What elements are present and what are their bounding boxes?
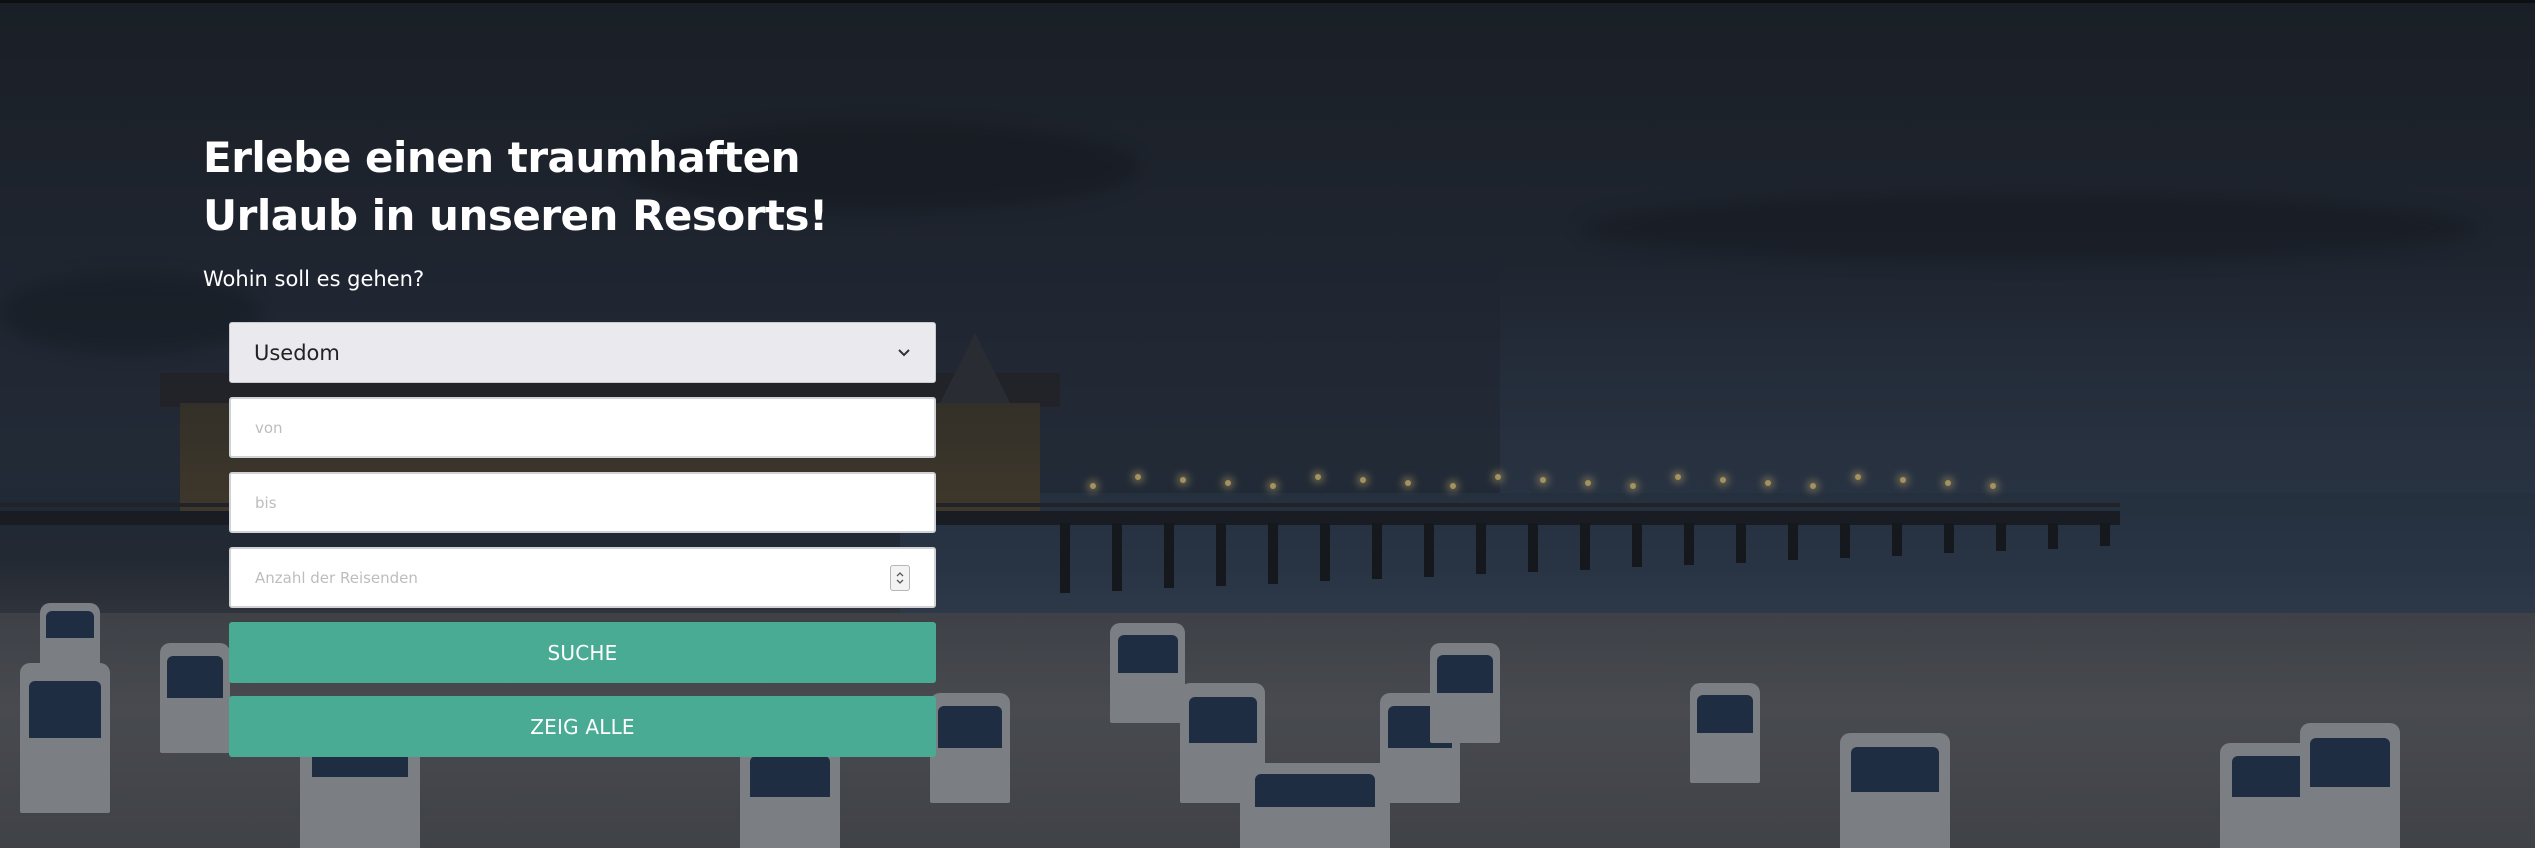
hero-content: Erlebe einen traumhaften Urlaub in unser…	[203, 129, 963, 293]
to-date-input[interactable]: bis	[229, 472, 936, 533]
from-date-placeholder: von	[255, 418, 283, 437]
chevron-down-icon	[897, 346, 911, 360]
page-title: Erlebe einen traumhaften Urlaub in unser…	[203, 133, 828, 240]
number-spinner-icon[interactable]	[890, 564, 910, 591]
hero-section: Erlebe einen traumhaften Urlaub in unser…	[0, 0, 2535, 848]
to-date-placeholder: bis	[255, 493, 277, 512]
search-form: Usedom von bis Anzahl der Reisenden SUCH…	[229, 322, 936, 770]
travelers-input[interactable]: Anzahl der Reisenden	[229, 547, 936, 608]
destination-prompt: Wohin soll es gehen?	[203, 267, 425, 291]
search-button[interactable]: SUCHE	[229, 622, 936, 683]
show-all-button[interactable]: ZEIG ALLE	[229, 696, 936, 757]
from-date-input[interactable]: von	[229, 397, 936, 458]
travelers-placeholder: Anzahl der Reisenden	[255, 568, 418, 587]
destination-select-value: Usedom	[254, 340, 340, 365]
destination-select[interactable]: Usedom	[229, 322, 936, 383]
